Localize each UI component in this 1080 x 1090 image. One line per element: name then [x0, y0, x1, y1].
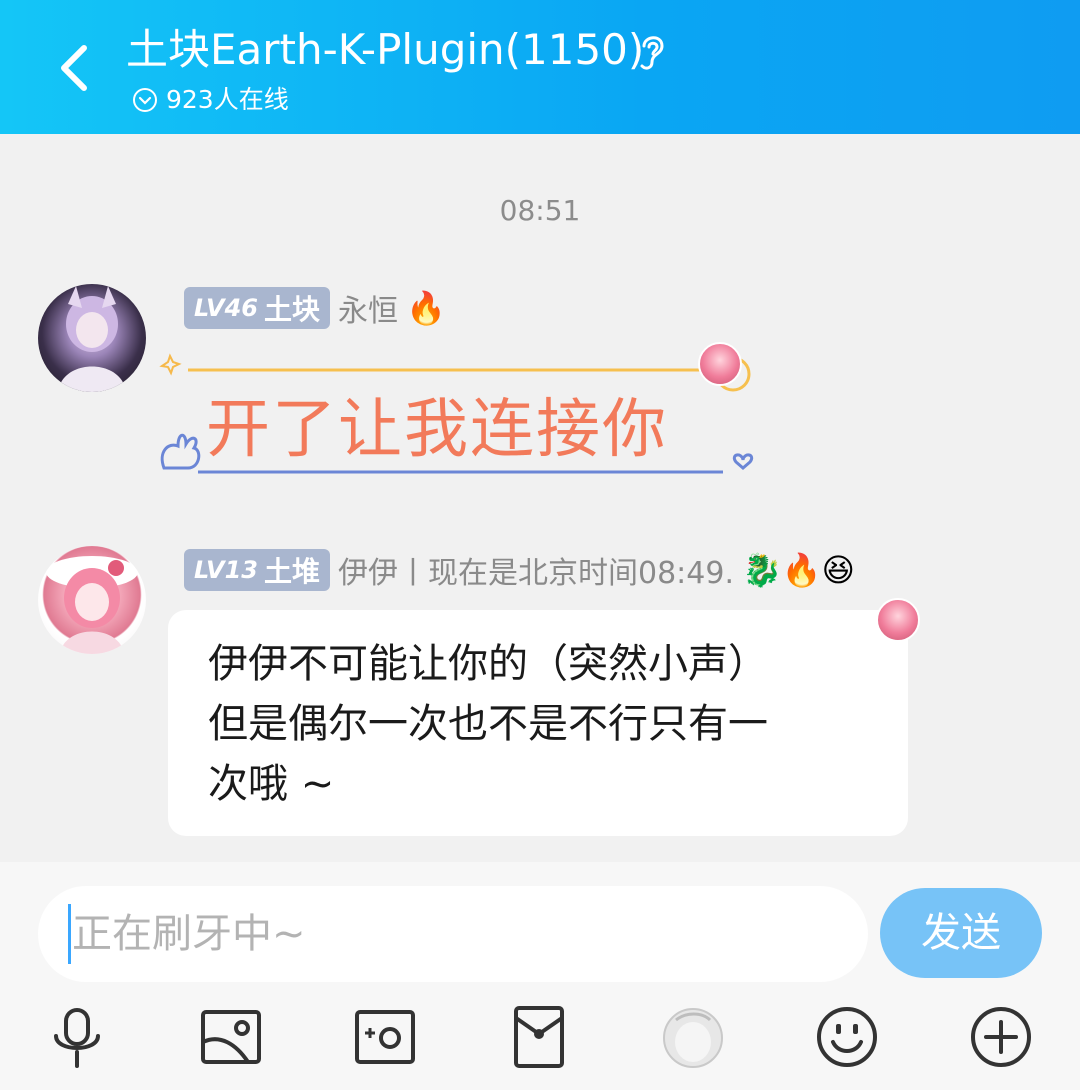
- text-caret: [68, 904, 71, 964]
- special-text-message[interactable]: 开了让我连接你: [158, 334, 758, 494]
- camera-icon[interactable]: [350, 1002, 420, 1072]
- avatar-portrait-icon: [46, 556, 138, 654]
- online-count-label: 923人在线: [166, 85, 289, 114]
- chat-header: 土块Earth-K-Plugin(1150) 923人在线: [0, 0, 1080, 134]
- plus-icon[interactable]: [966, 1002, 1036, 1072]
- message-text: 开了让我连接你: [206, 393, 668, 467]
- badge-emoji-icons: 🐉🔥😆: [741, 551, 856, 589]
- chevron-down-circle-icon: [133, 88, 157, 112]
- toolbar: [0, 1002, 1080, 1082]
- image-icon[interactable]: [196, 1002, 266, 1072]
- level-badge: LV46 土块: [184, 287, 330, 329]
- back-arrow-icon[interactable]: [50, 40, 100, 96]
- emoji-icon[interactable]: [812, 1002, 882, 1072]
- message-line: 伊伊不可能让你的（突然小声）: [208, 641, 768, 687]
- ear-icon[interactable]: [632, 30, 672, 74]
- message-line: 次哦 ~: [208, 761, 335, 807]
- fire-icon: 🔥: [405, 289, 446, 327]
- composer: 正在刷牙中~ 发送: [0, 862, 1080, 1090]
- level-badge: LV13 土堆: [184, 549, 330, 591]
- sticker-avatar-icon[interactable]: [658, 1002, 728, 1072]
- message-line: 但是偶尔一次也不是不行只有一: [208, 701, 768, 747]
- message-input[interactable]: 正在刷牙中~: [38, 886, 868, 982]
- message-bubble[interactable]: 伊伊不可能让你的（突然小声） 但是偶尔一次也不是不行只有一 次哦 ~: [168, 610, 908, 836]
- sender-name[interactable]: 伊伊丨现在是北京时间08:49.: [338, 548, 734, 592]
- input-placeholder: 正在刷牙中~: [72, 911, 306, 957]
- microphone-icon[interactable]: [42, 1002, 112, 1072]
- sticker-avatar-icon: [698, 342, 742, 386]
- avatar-portrait-icon: [58, 286, 126, 392]
- online-count[interactable]: 923人在线: [132, 84, 289, 116]
- avatar[interactable]: [38, 284, 146, 392]
- send-button[interactable]: 发送: [880, 888, 1042, 978]
- sticker-avatar-icon: [876, 598, 920, 642]
- sender-line: LV46 土块 永恒 🔥: [184, 286, 446, 330]
- message-timestamp: 08:51: [499, 194, 581, 227]
- message-list[interactable]: 08:51 LV46 土块 永恒 🔥 开了让我连接你 LV13 土堆 伊伊丨现在…: [0, 134, 1080, 862]
- sender-name[interactable]: 永恒: [338, 286, 398, 330]
- red-packet-icon[interactable]: [504, 1002, 574, 1072]
- group-title[interactable]: 土块Earth-K-Plugin(1150): [126, 22, 644, 78]
- sender-line: LV13 土堆 伊伊丨现在是北京时间08:49. 🐉🔥😆: [184, 548, 855, 592]
- avatar[interactable]: [38, 546, 146, 654]
